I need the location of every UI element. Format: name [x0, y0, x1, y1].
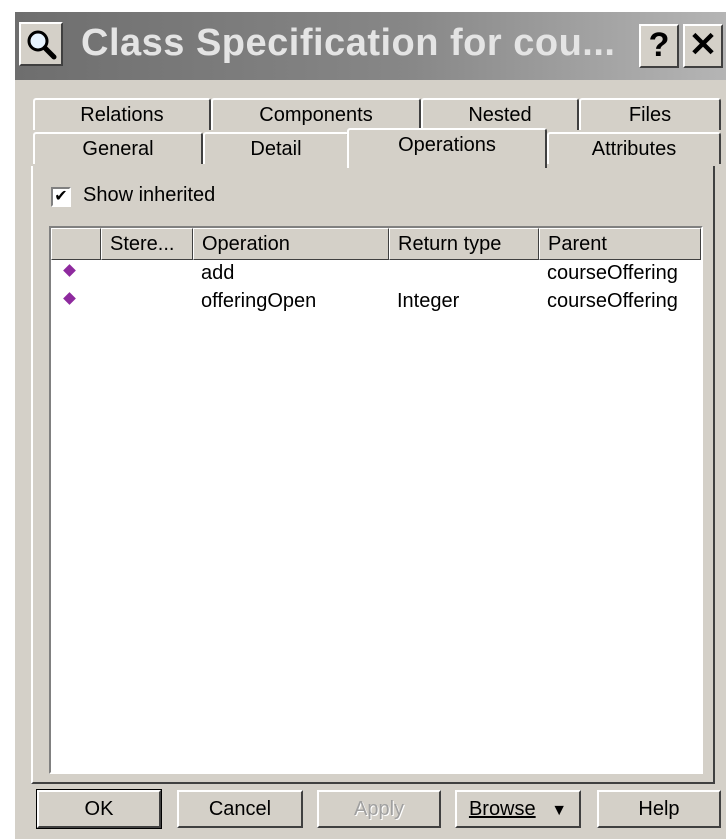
tab-general[interactable]: General	[33, 132, 203, 164]
tab-attributes[interactable]: Attributes	[547, 132, 721, 164]
window-title: Class Specification for cou...	[81, 22, 616, 64]
row-return-type: Integer	[397, 290, 460, 312]
show-inherited-label: Show inherited	[83, 184, 216, 206]
browse-label: Browse	[468, 798, 536, 820]
operations-list[interactable]: Stere... Operation Return type Parent ad…	[49, 226, 703, 774]
tab-operations[interactable]: Operations	[347, 128, 547, 168]
operation-icon	[63, 292, 76, 305]
row-parent: courseOffering	[547, 290, 678, 312]
tab-relations[interactable]: Relations	[33, 98, 211, 130]
column-header-parent[interactable]: Parent	[539, 228, 701, 260]
magnifier-icon	[19, 22, 63, 66]
help-button[interactable]: Help	[597, 790, 721, 828]
tab-nested[interactable]: Nested	[421, 98, 579, 130]
help-title-button[interactable]: ?	[639, 24, 679, 68]
row-operation: add	[201, 262, 235, 284]
row-operation: offeringOpen	[201, 290, 317, 312]
operation-icon	[63, 264, 76, 277]
apply-button[interactable]: Apply	[317, 790, 441, 828]
close-button[interactable]: ✕	[683, 24, 723, 68]
show-inherited-checkbox[interactable]: ✔	[51, 187, 71, 207]
column-header-stereotype[interactable]: Stere...	[101, 228, 193, 260]
tab-files[interactable]: Files	[579, 98, 721, 130]
browse-button[interactable]: Browse ▼	[455, 790, 581, 828]
column-header-operation[interactable]: Operation	[193, 228, 389, 260]
cancel-button[interactable]: Cancel	[177, 790, 303, 828]
ok-button[interactable]: OK	[36, 789, 162, 829]
table-row[interactable]: add courseOffering	[51, 262, 701, 290]
class-specification-dialog: Class Specification for cou... ? ✕ Relat…	[13, 10, 726, 839]
row-parent: courseOffering	[547, 262, 678, 284]
table-row[interactable]: offeringOpen Integer courseOffering	[51, 290, 701, 318]
tab-detail[interactable]: Detail	[203, 132, 349, 164]
dropdown-arrow-icon: ▼	[551, 802, 568, 819]
title-bar[interactable]: Class Specification for cou... ? ✕	[15, 12, 726, 80]
column-header-icon[interactable]	[51, 228, 101, 260]
tab-components[interactable]: Components	[211, 98, 421, 130]
column-header-return-type[interactable]: Return type	[389, 228, 539, 260]
